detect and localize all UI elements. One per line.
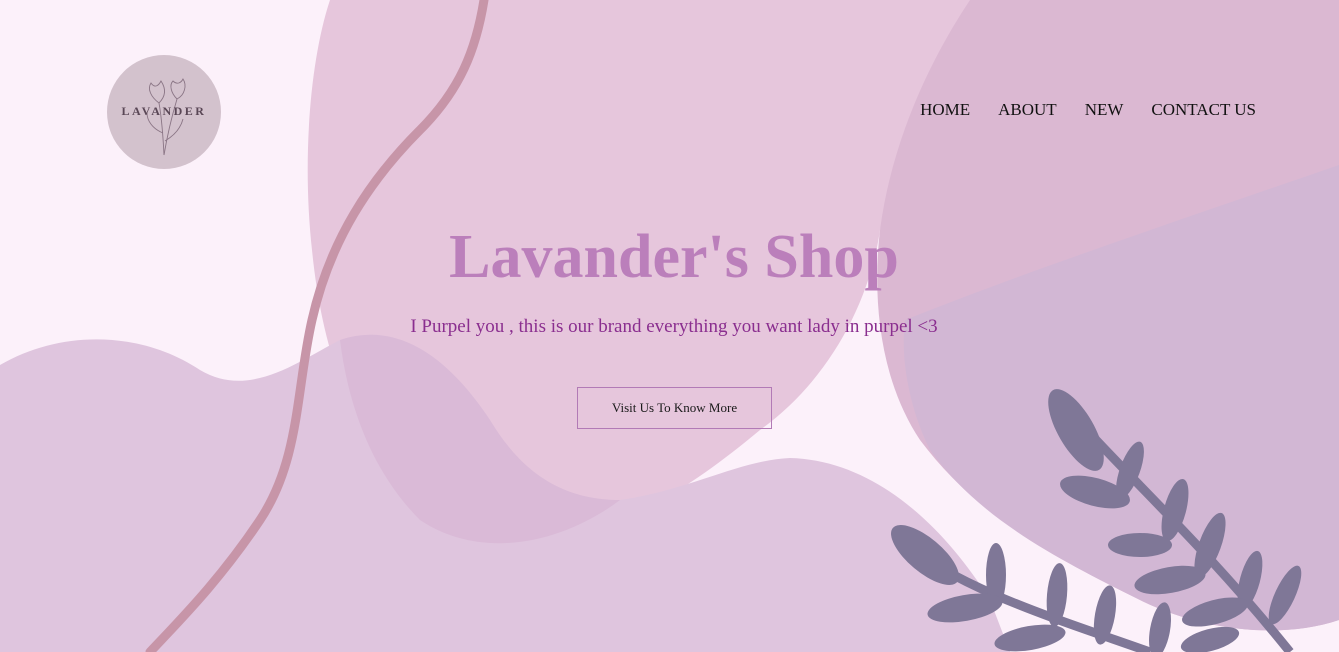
visit-us-button[interactable]: Visit Us To Know More [577,387,772,429]
main-nav: HOME ABOUT NEW CONTACT US [920,100,1256,120]
hero-title: Lavander's Shop [449,223,899,291]
nav-item-contact-us[interactable]: CONTACT US [1151,100,1256,120]
logo-text: LAVANDER [121,104,207,118]
hero-subtitle: I Purpel you , this is our brand everyth… [410,316,938,337]
nav-item-about[interactable]: ABOUT [998,100,1057,120]
nav-item-home[interactable]: HOME [920,100,970,120]
landing-page: LAVANDER HOME ABOUT NEW CONTACT US Lavan… [0,0,1339,652]
nav-item-new[interactable]: NEW [1085,100,1124,120]
brand-logo[interactable]: LAVANDER [107,55,221,169]
